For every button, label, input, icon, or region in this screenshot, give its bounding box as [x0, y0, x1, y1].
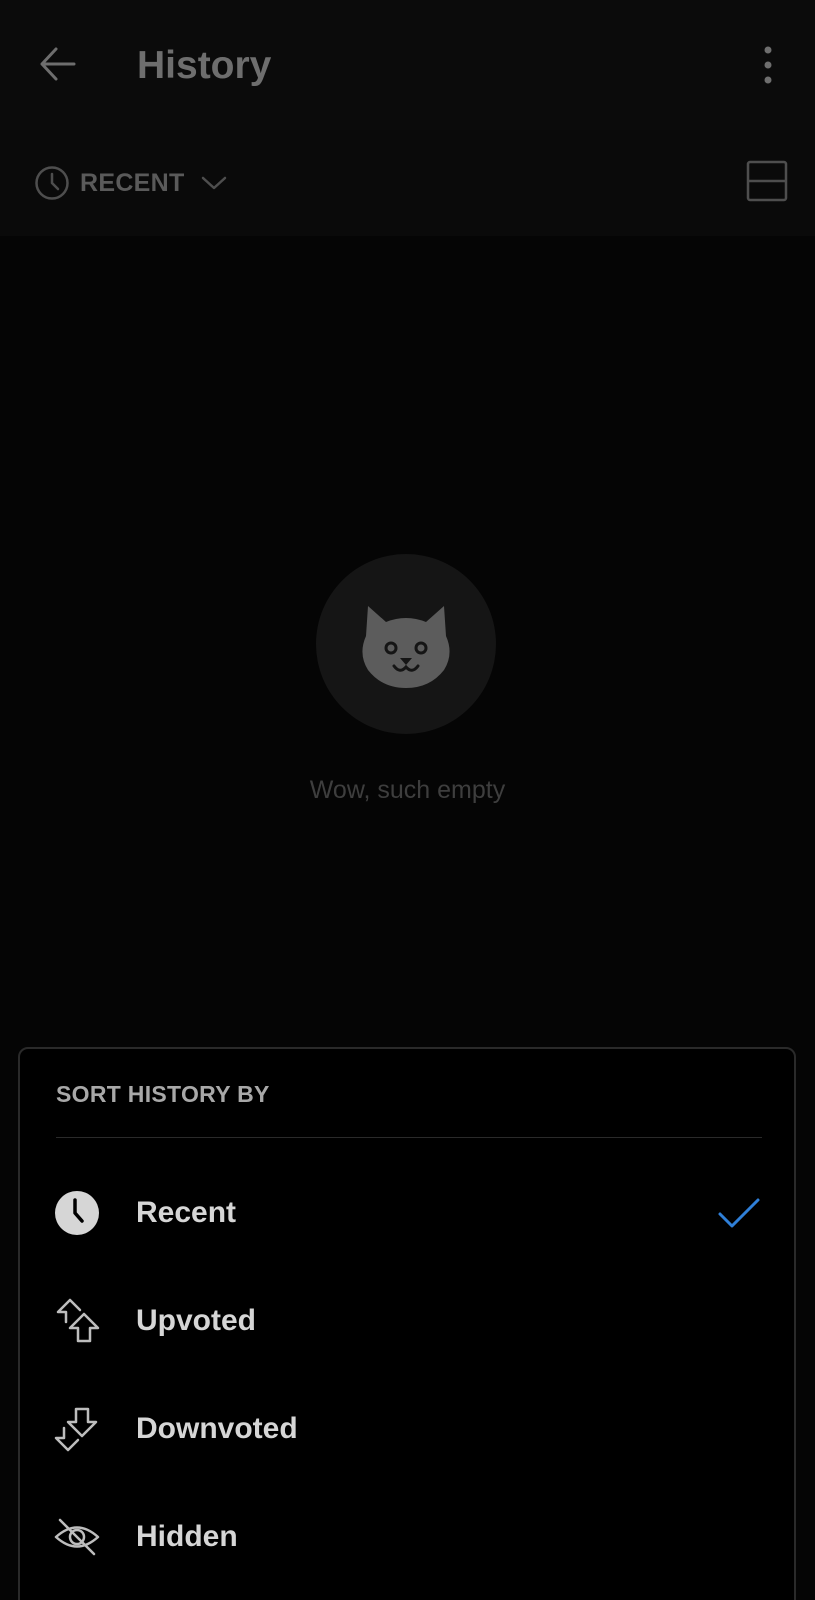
sort-option-label: Hidden: [136, 1520, 238, 1553]
sort-bottom-sheet: SORT HISTORY BY Recent Upvoted Downvoted…: [18, 1047, 796, 1600]
sort-option-downvoted[interactable]: Downvoted: [20, 1379, 794, 1479]
downvote-icon: [54, 1406, 100, 1452]
back-arrow-icon: [40, 47, 76, 81]
back-button[interactable]: [30, 36, 86, 92]
sort-option-upvoted[interactable]: Upvoted: [20, 1271, 794, 1371]
sheet-title: SORT HISTORY BY: [56, 1081, 270, 1107]
sort-option-label: Upvoted: [136, 1304, 256, 1337]
card-layout-icon: [746, 160, 788, 202]
sort-bar: RECENT: [0, 130, 815, 237]
clock-icon: [35, 166, 69, 200]
more-vertical-icon: [764, 46, 772, 84]
checkmark-icon: [716, 1190, 762, 1236]
history-screen: History RECENT Wow, such empty SORT HIST…: [0, 0, 815, 1600]
sheet-divider: [56, 1137, 762, 1138]
layout-toggle-button[interactable]: [742, 156, 792, 206]
more-options-button[interactable]: [748, 40, 788, 90]
sort-option-recent[interactable]: Recent: [20, 1163, 794, 1263]
empty-state-badge: [316, 554, 496, 734]
empty-state-message: Wow, such empty: [309, 776, 506, 804]
clock-icon: [54, 1190, 100, 1236]
upvote-icon: [54, 1298, 100, 1344]
cat-icon: [362, 606, 450, 688]
chevron-down-icon: [201, 176, 226, 190]
app-bar: History: [0, 0, 815, 130]
sort-dropdown-label: RECENT: [80, 168, 185, 197]
hidden-eye-icon: [54, 1514, 100, 1560]
sort-option-label: Recent: [136, 1196, 237, 1229]
sort-option-hidden[interactable]: Hidden: [20, 1487, 794, 1587]
sort-dropdown[interactable]: RECENT: [34, 160, 227, 206]
sort-option-label: Downvoted: [136, 1412, 298, 1445]
page-title: History: [137, 44, 272, 87]
